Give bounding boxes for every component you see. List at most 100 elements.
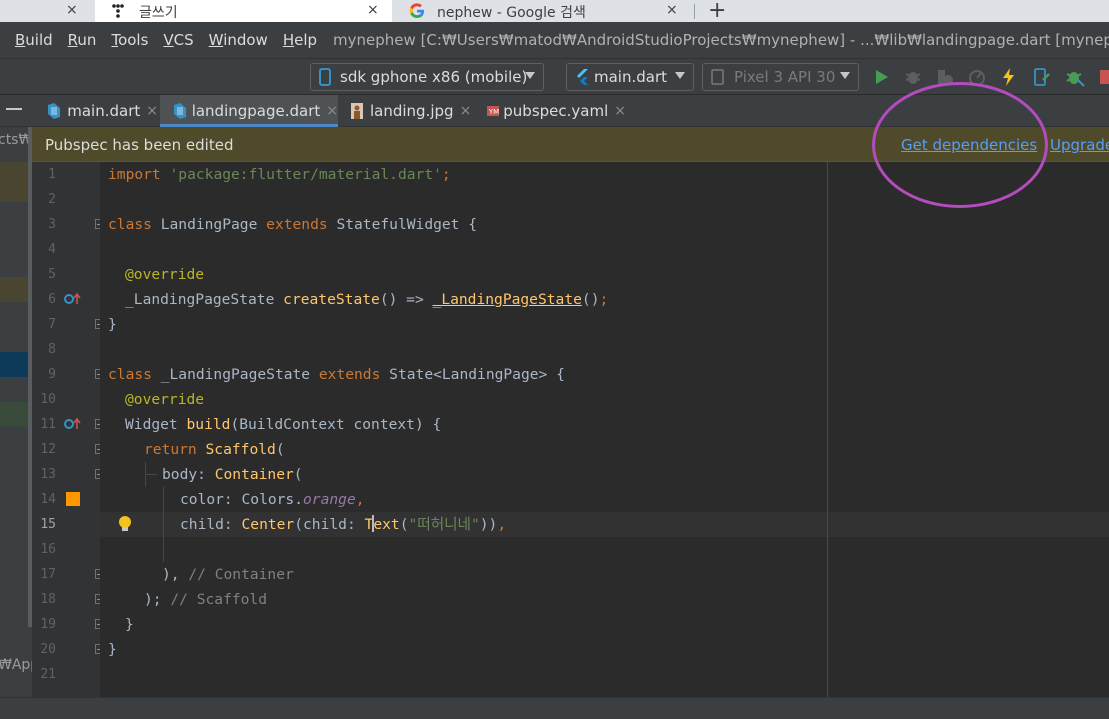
code-token: class (108, 366, 161, 383)
tab-landingpage-dart[interactable]: landingpage.dart × (160, 95, 338, 127)
tab-label: landing.jpg (370, 102, 454, 120)
code-line-17: ), // Container (162, 562, 294, 587)
upgrade-link[interactable]: Upgrade (1050, 136, 1109, 154)
close-tab-icon[interactable]: × (666, 2, 678, 18)
code-line-10: @override (125, 387, 204, 412)
tab-pubspec-yaml[interactable]: YML pubspec.yaml × (486, 95, 626, 127)
close-icon[interactable]: × (146, 103, 158, 119)
code-line-5: @override (125, 262, 204, 287)
device-label: sdk gphone x86 (mobile) (340, 68, 528, 86)
tab-label: main.dart (67, 102, 141, 120)
close-icon[interactable]: × (614, 103, 626, 119)
line-number: 18 (40, 592, 56, 607)
code-token: )) (479, 516, 498, 533)
line-number: 8 (48, 342, 56, 357)
code-token: // Scaffold (170, 591, 268, 608)
browser-tab[interactable]: nephew - Google 검색 × (393, 0, 693, 22)
override-icon[interactable] (64, 417, 82, 431)
phone-icon (319, 68, 331, 86)
menu-window[interactable]: Window (209, 31, 268, 49)
menu-build[interactable]: Build (15, 31, 53, 49)
code-token: ); (144, 591, 171, 608)
code-line-1: import 'package:flutter/material.dart'; (108, 162, 451, 187)
project-panel-strip: cts₩ ₩App (0, 127, 32, 697)
code-token: LandingPage (160, 216, 267, 233)
menu-run[interactable]: Run (68, 31, 97, 49)
collapse-icon[interactable] (6, 108, 22, 110)
line-number-current: 15 (40, 517, 56, 532)
tab-landing-jpg[interactable]: landing.jpg × (350, 95, 475, 127)
editor-gutter: 1 2 3 4 5 6 7 8 9 10 11 12 13 14 15 16 1… (32, 162, 104, 697)
debug-icon[interactable] (903, 67, 923, 87)
tab-main-dart[interactable]: main.dart × (46, 95, 158, 127)
close-icon[interactable]: × (326, 103, 338, 119)
code-token: () => (379, 291, 433, 308)
code-token: ( (293, 466, 303, 483)
line-number: 9 (48, 367, 56, 382)
avd-label: Pixel 3 API 30 (734, 68, 836, 86)
code-token: @override (125, 266, 205, 283)
get-dependencies-link[interactable]: Get dependencies (901, 136, 1037, 154)
device-manager-icon (711, 69, 724, 85)
browser-tab[interactable]: × (0, 0, 95, 22)
menu-help[interactable]: Help (283, 31, 317, 49)
code-token: (child: (294, 516, 365, 533)
line-number: 21 (40, 667, 56, 682)
code-token: Container (214, 466, 294, 483)
code-token: ext (373, 516, 400, 533)
screen: × 글쓰기 × nephew - Google 검색 × + Build Run (0, 0, 1109, 719)
line-number: 4 (48, 242, 56, 257)
code-token: return (144, 441, 206, 458)
code-token: orange (303, 491, 356, 508)
menu-mnemonic: H (282, 31, 295, 49)
line-number: 2 (48, 192, 56, 207)
hot-reload-icon[interactable] (999, 67, 1019, 87)
code-token: () (581, 291, 600, 308)
pubspec-notification: Pubspec has been edited Get dependencies… (32, 127, 1109, 162)
intention-bulb-icon[interactable] (117, 515, 133, 533)
close-icon[interactable]: × (460, 103, 472, 119)
tab-label: pubspec.yaml (503, 102, 609, 120)
code-token: body: (162, 466, 215, 483)
code-token: import (108, 166, 170, 183)
close-tab-icon[interactable]: × (66, 2, 78, 18)
code-token: extends (318, 366, 390, 383)
svg-text:YML: YML (488, 108, 499, 116)
line-number: 13 (40, 467, 56, 482)
code-editor[interactable]: import 'package:flutter/material.dart'; … (100, 162, 1109, 697)
menu-mnemonic: V (163, 31, 174, 49)
color-swatch-icon[interactable] (66, 492, 80, 506)
code-token: @override (125, 391, 205, 408)
apply-changes-icon[interactable] (1031, 67, 1051, 87)
device-selector[interactable]: sdk gphone x86 (mobile) (310, 63, 544, 91)
browser-tab-active[interactable]: 글쓰기 × (95, 0, 392, 22)
new-tab-button[interactable]: + (708, 0, 726, 23)
code-line-12: return Scaffold( (144, 437, 285, 462)
run-config-selector[interactable]: main.dart (566, 63, 694, 91)
close-tab-icon[interactable]: × (367, 2, 379, 18)
stop-icon[interactable] (1100, 70, 1109, 84)
menu-vcs[interactable]: VCS (163, 31, 193, 49)
tab-separator (694, 4, 695, 19)
line-number: 10 (40, 392, 56, 407)
attach-debugger-icon[interactable] (967, 67, 987, 87)
run-icon[interactable] (872, 67, 892, 87)
browser-tab-title: nephew - Google 검색 (437, 5, 586, 21)
flutter-attach-icon[interactable] (1065, 67, 1085, 87)
menu-label: indow (223, 31, 268, 49)
chevron-down-icon (840, 72, 850, 79)
code-token: ; (599, 291, 609, 308)
menu-tools[interactable]: Tools (111, 31, 148, 49)
avd-selector[interactable]: Pixel 3 API 30 (702, 63, 859, 91)
profile-icon[interactable] (935, 67, 955, 87)
line-number: 12 (40, 442, 56, 457)
menu-label: CS (173, 31, 194, 49)
menu-label: uild (25, 31, 53, 49)
code-token: "떠허니네" (408, 516, 480, 533)
line-number: 19 (40, 617, 56, 632)
line-number: 14 (40, 492, 56, 507)
override-icon[interactable] (64, 292, 82, 306)
browser-tab-title: 글쓰기 (139, 5, 178, 21)
dart-file-icon (174, 103, 186, 119)
notification-message: Pubspec has been edited (45, 136, 234, 154)
